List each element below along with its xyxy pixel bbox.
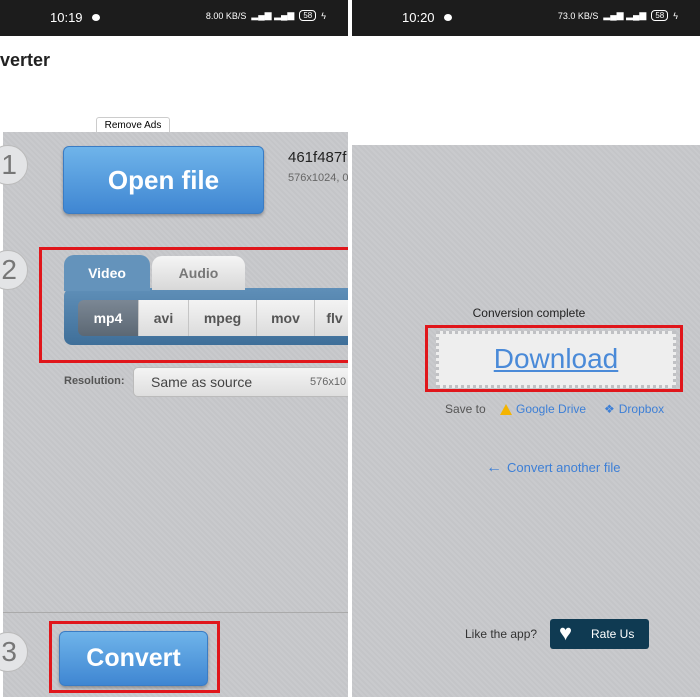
- net-speed: 8.00 KB/S: [205, 10, 247, 21]
- resolution-label: Resolution:: [64, 375, 125, 387]
- signal-icon: ▂▄▆ ▂▄▆: [603, 10, 647, 20]
- file-info: 576x1024, 0: [288, 172, 348, 184]
- charging-icon: ϟ: [321, 10, 326, 21]
- like-app-label: Like the app?: [465, 627, 538, 641]
- google-drive-icon: [500, 403, 512, 415]
- google-drive-link[interactable]: Google Drive: [500, 402, 586, 416]
- divider: [348, 0, 352, 700]
- dropbox-label[interactable]: Dropbox: [619, 402, 664, 416]
- charging-icon: ϟ: [673, 10, 678, 21]
- remove-ads-button[interactable]: Remove Ads: [96, 117, 170, 133]
- net-speed: 73.0 KB/S: [557, 10, 599, 21]
- status-bar: 10:20 73.0 KB/S ▂▄▆ ▂▄▆ 58 ϟ: [352, 0, 700, 36]
- resolution-select[interactable]: Same as source 576x10: [133, 367, 348, 397]
- notification-icon: [92, 14, 100, 21]
- left-screenshot: 10:19 8.00 KB/S ▂▄▆ ▂▄▆ 58 ϟ verter Remove …: [0, 0, 348, 700]
- battery-icon: 58: [651, 10, 669, 21]
- right-screenshot: 10:20 73.0 KB/S ▂▄▆ ▂▄▆ 58 ϟ Conversion com…: [352, 0, 700, 700]
- open-file-button[interactable]: Open file: [63, 146, 264, 214]
- resolution-value: Same as source: [151, 374, 253, 390]
- conversion-complete: Conversion complete: [472, 306, 586, 320]
- clock: 10:20: [402, 10, 435, 25]
- highlight-format-box: [39, 247, 348, 363]
- signal-icon: ▂▄▆ ▂▄▆: [251, 10, 295, 20]
- app-title: verter: [0, 50, 51, 70]
- battery-icon: 58: [299, 10, 317, 21]
- clock: 10:19: [50, 10, 83, 25]
- rate-us-button[interactable]: ♥ Rate Us: [550, 619, 649, 649]
- heart-icon: ♥: [559, 620, 573, 645]
- dropbox-icon: ❖: [604, 402, 615, 416]
- result-area: [352, 145, 700, 697]
- rate-us-label: Rate Us: [591, 627, 635, 641]
- file-name: 461f487f: [288, 149, 347, 166]
- save-to-label: Save to: [445, 402, 486, 416]
- notification-icon: [444, 14, 452, 21]
- status-bar: 10:19 8.00 KB/S ▂▄▆ ▂▄▆ 58 ϟ: [0, 0, 348, 36]
- highlight-download: [425, 325, 683, 392]
- convert-another-label[interactable]: Convert another file: [507, 460, 620, 475]
- arrow-left-icon: ←: [486, 459, 502, 476]
- resolution-size: 576x10: [310, 376, 347, 388]
- google-drive-label[interactable]: Google Drive: [516, 402, 586, 416]
- dropbox-link[interactable]: ❖ Dropbox: [604, 402, 664, 416]
- convert-another-link[interactable]: ← Convert another file: [486, 459, 620, 476]
- highlight-convert: [49, 621, 220, 693]
